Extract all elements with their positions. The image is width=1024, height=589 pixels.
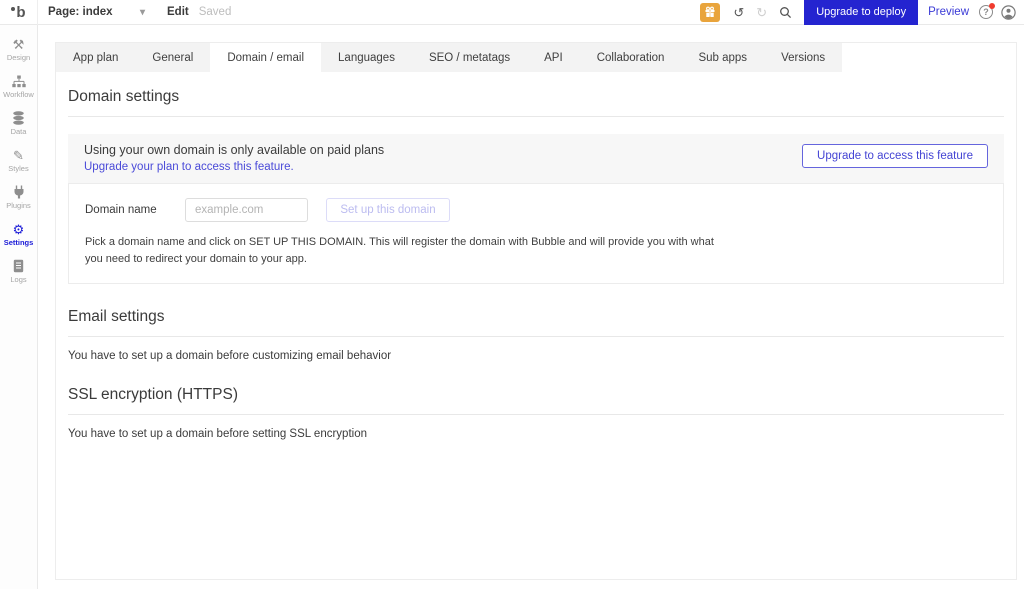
user-account-icon[interactable] bbox=[1001, 4, 1016, 20]
bubble-logo-dot bbox=[11, 6, 16, 11]
ssl-encryption-title: SSL encryption (HTTPS) bbox=[68, 386, 238, 404]
topbar-actions: ↺ ↻ Upgrade to deploy Preview ? bbox=[700, 0, 1024, 25]
tab-versions[interactable]: Versions bbox=[764, 43, 843, 72]
undo-icon[interactable]: ↺ bbox=[733, 6, 744, 19]
tab-api[interactable]: API bbox=[527, 43, 580, 72]
plug-icon bbox=[13, 185, 25, 199]
tab-domain-email[interactable]: Domain / email bbox=[210, 43, 322, 72]
logs-icon bbox=[13, 259, 24, 273]
edit-mode-label[interactable]: Edit bbox=[167, 6, 189, 18]
domain-name-label: Domain name bbox=[85, 204, 157, 216]
domain-settings-title: Domain settings bbox=[68, 88, 180, 105]
bubble-logo[interactable]: b bbox=[0, 0, 38, 25]
left-sidebar: ⚒ Design Workflow Data ✎ Styles Plugins … bbox=[0, 25, 38, 589]
setup-domain-button: Set up this domain bbox=[326, 198, 450, 222]
email-settings-title: Email settings bbox=[68, 308, 165, 326]
page-selector-label: Page: index bbox=[48, 6, 113, 18]
domain-setup-description: Pick a domain name and click on SET UP T… bbox=[85, 236, 714, 266]
divider bbox=[68, 116, 1004, 117]
tab-sub-apps[interactable]: Sub apps bbox=[681, 43, 765, 72]
topbar: b Page: index ▾ Edit Saved ↺ ↻ Upgrade t… bbox=[0, 0, 1024, 25]
domain-setup-box: Domain name Set up this domain Pick a do… bbox=[68, 183, 1004, 285]
sidebar-item-design[interactable]: ⚒ Design bbox=[0, 31, 37, 68]
database-icon bbox=[12, 111, 25, 125]
sidebar-item-plugins[interactable]: Plugins bbox=[0, 179, 37, 216]
help-icon[interactable]: ? bbox=[979, 3, 995, 19]
divider bbox=[68, 414, 1004, 416]
sidebar-item-data[interactable]: Data bbox=[0, 105, 37, 142]
saved-status: Saved bbox=[198, 6, 232, 18]
settings-tabbar: App plan General Domain / email Language… bbox=[56, 43, 1016, 72]
gear-icon: ⚙ bbox=[12, 221, 25, 237]
gift-icon[interactable] bbox=[700, 2, 721, 22]
search-icon[interactable] bbox=[779, 6, 792, 19]
upgrade-to-deploy-button[interactable]: Upgrade to deploy bbox=[804, 0, 919, 25]
sidebar-item-logs[interactable]: Logs bbox=[0, 253, 37, 290]
tab-languages[interactable]: Languages bbox=[321, 43, 412, 72]
sidebar-item-settings[interactable]: ⚙ Settings bbox=[0, 216, 37, 253]
chevron-down-icon: ▾ bbox=[139, 6, 145, 18]
tab-collaboration[interactable]: Collaboration bbox=[579, 43, 682, 72]
email-settings-message: You have to set up a domain before custo… bbox=[68, 350, 392, 363]
paid-plan-notice: Using your own domain is only available … bbox=[68, 134, 1004, 183]
workflow-icon bbox=[11, 74, 26, 88]
bubble-logo-letter: b bbox=[16, 3, 26, 21]
domain-name-input[interactable] bbox=[185, 198, 308, 222]
tab-general[interactable]: General bbox=[135, 43, 211, 72]
redo-icon: ↻ bbox=[756, 4, 768, 20]
upgrade-access-feature-button[interactable]: Upgrade to access this feature bbox=[802, 144, 988, 168]
notification-dot bbox=[989, 3, 995, 9]
ssl-encryption-message: You have to set up a domain before setti… bbox=[68, 428, 367, 441]
design-tools-icon: ⚒ bbox=[12, 36, 25, 52]
divider bbox=[68, 336, 1004, 338]
sidebar-item-styles[interactable]: ✎ Styles bbox=[0, 142, 37, 179]
sidebar-item-workflow[interactable]: Workflow bbox=[0, 68, 37, 105]
tab-app-plan[interactable]: App plan bbox=[56, 43, 136, 72]
tab-seo-metatags[interactable]: SEO / metatags bbox=[411, 43, 528, 72]
domain-email-content: Domain settings Using your own domain is… bbox=[56, 88, 1016, 440]
settings-panel: App plan General Domain / email Language… bbox=[55, 42, 1017, 580]
page-selector-dropdown[interactable]: Page: index ▾ bbox=[38, 6, 153, 18]
paintbrush-icon: ✎ bbox=[13, 147, 24, 163]
preview-link[interactable]: Preview bbox=[928, 6, 969, 18]
domain-name-row: Domain name Set up this domain bbox=[85, 198, 987, 222]
